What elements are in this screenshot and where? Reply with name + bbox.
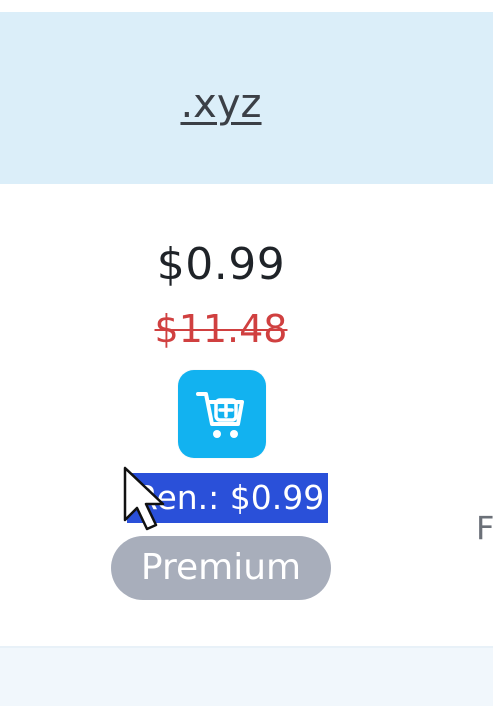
premium-badge: Premium — [111, 536, 331, 600]
next-column-text: F — [476, 509, 493, 547]
add-to-cart-button[interactable] — [178, 370, 266, 458]
renewal-price-selected: Ren.: $0.99 — [127, 473, 329, 523]
next-row-band — [0, 646, 493, 706]
top-spacer — [0, 0, 493, 12]
original-price: $11.48 — [154, 307, 288, 351]
current-price: $0.99 — [156, 239, 286, 290]
domain-pricing-view: .xyz $0.99 $11.48 Ren.: $0.99 Premium F — [0, 0, 493, 706]
add-to-cart-icon — [196, 392, 244, 438]
tld-name-link[interactable]: .xyz — [0, 80, 442, 128]
